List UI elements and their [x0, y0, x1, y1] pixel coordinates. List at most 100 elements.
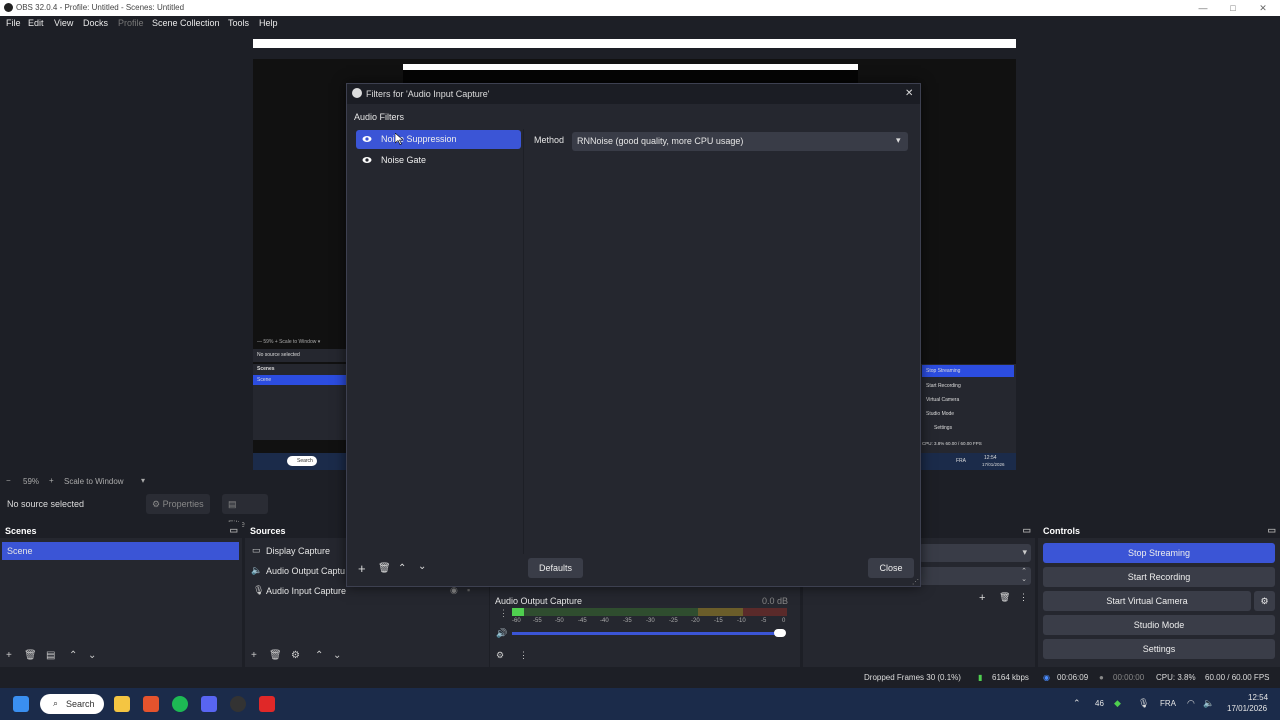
obs-logo-icon	[4, 3, 13, 12]
maximize-icon[interactable]: □	[1218, 1, 1248, 15]
spotify-icon[interactable]	[172, 696, 188, 712]
close-button[interactable]: Close	[868, 558, 914, 578]
defaults-button[interactable]: Defaults	[528, 558, 583, 578]
source-item-label: Audio Input Capture	[266, 586, 347, 596]
dropped-frames: Dropped Frames 30 (0.1%)	[864, 673, 961, 682]
move-down-icon[interactable]: ⌄	[418, 561, 426, 572]
more-vertical-icon[interactable]: ⋮	[499, 608, 508, 619]
weather-readout: 46	[1095, 699, 1104, 708]
transition-select[interactable]: ▾	[919, 544, 1031, 562]
more-vertical-icon[interactable]: ⋮	[519, 650, 528, 661]
chevron-up-icon[interactable]: ⌃	[1073, 698, 1081, 709]
stop-streaming-button[interactable]: Stop Streaming	[1043, 543, 1275, 563]
zoom-out-icon[interactable]: −	[6, 476, 11, 485]
menu-tools[interactable]: Tools	[228, 18, 249, 28]
zoom-in-icon[interactable]: +	[49, 476, 54, 485]
chevron-down-icon[interactable]: ▾	[141, 476, 145, 485]
menu-edit[interactable]: Edit	[28, 18, 44, 28]
preview-mini-date: 17/01/2026	[982, 462, 1005, 467]
dock-menu-icon[interactable]: ▭	[229, 525, 238, 536]
obs-taskbar-icon[interactable]	[230, 696, 246, 712]
file-explorer-icon[interactable]	[114, 696, 130, 712]
preview-mini-controls: Stop Streaming Start Recording Virtual C…	[920, 364, 1016, 454]
menu-docks[interactable]: Docks	[83, 18, 108, 28]
app-icon[interactable]	[259, 696, 275, 712]
volume-level	[512, 608, 524, 616]
duration-input[interactable]: ⌃ ⌄	[919, 567, 1031, 585]
fps: 60.00 / 60.00 FPS	[1205, 673, 1270, 682]
minimize-icon[interactable]: —	[1188, 1, 1218, 15]
shield-icon[interactable]: ◆	[1114, 698, 1121, 709]
microphone-icon[interactable]: 🎙	[1138, 698, 1149, 709]
add-icon[interactable]: +	[6, 650, 12, 661]
language-indicator[interactable]: FRA	[1160, 699, 1176, 708]
more-vertical-icon[interactable]: ⋮	[1019, 592, 1028, 603]
gear-icon[interactable]: ⚙	[496, 650, 504, 661]
menu-scene-collection[interactable]: Scene Collection	[152, 18, 220, 28]
windows-taskbar: ⌕ Search ⌃ 46 ◆ 🎙 FRA ◠ 🔈 12:54 17/01/20…	[0, 688, 1280, 720]
speaker-icon[interactable]: 🔊	[496, 628, 507, 639]
trash-icon[interactable]: 🗑	[269, 650, 282, 661]
trash-icon[interactable]: 🗑	[378, 563, 391, 574]
menu-help[interactable]: Help	[259, 18, 278, 28]
visibility-eye-icon[interactable]	[362, 155, 372, 165]
add-icon[interactable]: +	[979, 592, 985, 604]
filters-button[interactable]: ▤ Filters	[222, 494, 268, 529]
scale-mode-select[interactable]: Scale to Window	[64, 477, 124, 486]
add-filter-icon[interactable]: +	[358, 561, 366, 576]
filter-item-noise-suppression[interactable]: Noise Suppression	[356, 130, 521, 149]
method-select[interactable]: RNNoise (good quality, more CPU usage) ▾	[572, 132, 908, 151]
start-virtual-camera-button[interactable]: Start Virtual Camera	[1043, 591, 1251, 611]
speaker-icon: 🔈	[251, 565, 263, 575]
method-label: Method	[534, 135, 565, 145]
taskbar-search[interactable]: ⌕ Search	[40, 694, 104, 714]
gear-icon[interactable]: ⚙	[291, 650, 300, 661]
preview-mini-titlebar	[253, 39, 1016, 48]
filters-dialog: Filters for 'Audio Input Capture' ✕ Audi…	[346, 83, 921, 587]
start-recording-button[interactable]: Start Recording	[1043, 567, 1275, 587]
trash-icon[interactable]: 🗑	[24, 650, 37, 661]
move-down-icon[interactable]: ⌄	[88, 650, 96, 661]
dock-menu-icon[interactable]: ▭	[1022, 525, 1031, 536]
menu-view[interactable]: View	[54, 18, 73, 28]
scenes-toolbar: + 🗑 ▤ ⌃ ⌄	[0, 645, 242, 667]
taskbar-search-label: Search	[66, 699, 95, 709]
close-icon[interactable]: ✕	[1248, 1, 1278, 15]
preview-mini-status: CPU: 3.8% 60.00 / 60.00 FPS	[922, 441, 982, 446]
volume-slider-handle[interactable]	[774, 629, 786, 637]
filter-item-noise-gate[interactable]: Noise Gate	[356, 151, 521, 170]
studio-mode-button[interactable]: Studio Mode	[1043, 615, 1275, 635]
clock-time[interactable]: 12:54	[1248, 693, 1268, 702]
resize-grip-icon[interactable]: ⋰	[912, 578, 919, 586]
virtual-camera-settings-button[interactable]: ⚙	[1254, 591, 1275, 611]
move-up-icon[interactable]: ⌃	[315, 650, 323, 661]
wifi-icon[interactable]: ◠	[1187, 698, 1195, 709]
menu-profile[interactable]: Profile	[118, 18, 144, 28]
discord-icon[interactable]	[201, 696, 217, 712]
close-icon[interactable]: ✕	[905, 88, 913, 99]
preview-mini-scale: — 59% + Scale to Window ▾	[257, 339, 321, 345]
windows-start-icon[interactable]	[13, 696, 29, 712]
add-icon[interactable]: +	[251, 650, 257, 661]
properties-button[interactable]: ⚙ Properties	[146, 494, 210, 514]
preview-mini-sourcebar: No source selected	[253, 349, 348, 362]
clock-date[interactable]: 17/01/2026	[1227, 704, 1267, 713]
stepper-icon[interactable]: ⌃ ⌄	[1021, 567, 1027, 583]
move-down-icon[interactable]: ⌄	[333, 650, 341, 661]
volume-icon[interactable]: 🔈	[1203, 698, 1214, 709]
settings-button[interactable]: Settings	[1043, 639, 1275, 659]
trash-icon[interactable]: 🗑	[999, 592, 1010, 603]
volume-slider[interactable]	[512, 632, 784, 635]
move-up-icon[interactable]: ⌃	[69, 650, 77, 661]
dock-menu-icon[interactable]: ▭	[1267, 525, 1276, 536]
move-up-icon[interactable]: ⌃	[398, 563, 406, 574]
brave-browser-icon[interactable]	[143, 696, 159, 712]
menu-file[interactable]: File	[6, 18, 21, 28]
visibility-eye-icon[interactable]	[362, 134, 372, 144]
mouse-cursor-icon	[395, 133, 403, 145]
scene-item[interactable]: Scene	[2, 542, 239, 560]
volume-meter	[512, 608, 787, 616]
scenes-header: Scenes ▭	[0, 522, 242, 538]
filter-icon[interactable]: ▤	[46, 650, 55, 661]
zoom-level: 59%	[23, 477, 40, 486]
